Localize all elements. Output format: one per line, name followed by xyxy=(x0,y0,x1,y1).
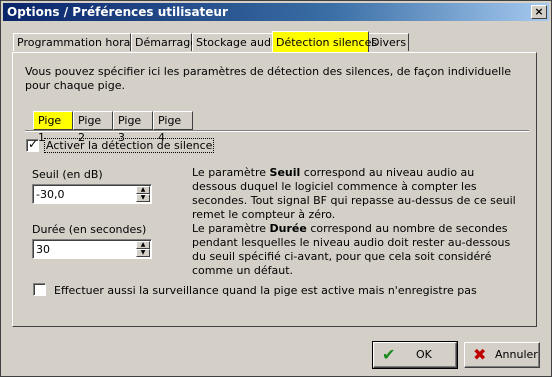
spin-up-icon[interactable]: ▲ xyxy=(136,241,150,249)
title-bar: Options / Préférences utilisateur × xyxy=(3,3,549,21)
seuil-value[interactable]: -30,0 xyxy=(36,188,64,201)
close-icon: ✖ xyxy=(473,345,487,364)
window-title: Options / Préférences utilisateur xyxy=(7,5,228,19)
tab-pige-2[interactable]: Pige 2 xyxy=(73,111,113,144)
seuil-spin-arrows: ▲ ▼ xyxy=(136,186,150,202)
tab-stockage-audio[interactable]: Stockage audio xyxy=(192,33,281,51)
duree-help: Le paramètre Durée correspond au nombre … xyxy=(192,222,522,278)
enable-detection-checkbox[interactable]: ✓ xyxy=(26,137,39,152)
duree-spinner[interactable]: 30 ▲ ▼ xyxy=(32,239,152,259)
seuil-help: Le paramètre Seuil correspond au niveau … xyxy=(192,166,522,222)
subtab-divider xyxy=(25,130,529,132)
cancel-label: Annuler xyxy=(495,348,538,361)
spin-down-icon[interactable]: ▼ xyxy=(136,249,150,257)
tab-demarrage[interactable]: Démarrage xyxy=(131,33,197,51)
tab-pige-4[interactable]: Pige 4 xyxy=(153,111,193,144)
tab-programmation-horaire[interactable]: Programmation horaire xyxy=(13,33,145,51)
checkmark-icon: ✓ xyxy=(28,137,39,151)
seuil-label: Seuil (en dB) xyxy=(32,168,103,181)
tab-pige-1[interactable]: Pige 1 xyxy=(33,111,73,144)
description-text: Vous pouvez spécifier ici les paramètres… xyxy=(25,65,512,92)
options-window: Options / Préférences utilisateur × Prog… xyxy=(0,0,552,377)
duree-value[interactable]: 30 xyxy=(36,243,50,256)
cancel-button[interactable]: ✖ Annuler xyxy=(464,342,540,368)
ok-label: OK xyxy=(416,348,432,361)
duree-spin-arrows: ▲ ▼ xyxy=(136,241,150,257)
monitor-label[interactable]: Effectuer aussi la surveillance quand la… xyxy=(54,284,477,297)
close-button[interactable]: × xyxy=(531,5,547,19)
monitor-checkbox[interactable] xyxy=(33,283,46,296)
enable-detection-label[interactable]: Activer la détection de silence xyxy=(43,138,215,153)
seuil-help-pre: Le paramètre xyxy=(192,166,270,179)
seuil-help-bold: Seuil xyxy=(269,166,301,179)
duree-help-bold: Durée xyxy=(269,222,307,235)
seuil-spinner[interactable]: -30,0 ▲ ▼ xyxy=(32,184,152,204)
tab-pige-3[interactable]: Pige 3 xyxy=(113,111,153,144)
close-icon: × xyxy=(534,5,544,18)
spin-down-icon[interactable]: ▼ xyxy=(136,194,150,202)
duree-label: Durée (en secondes) xyxy=(32,223,147,236)
tab-detection-silences[interactable]: Détection silences xyxy=(272,31,377,52)
checkmark-icon: ✔ xyxy=(382,345,396,364)
ok-button[interactable]: ✔ OK xyxy=(372,341,458,369)
duree-help-pre: Le paramètre xyxy=(192,222,270,235)
spin-up-icon[interactable]: ▲ xyxy=(136,186,150,194)
